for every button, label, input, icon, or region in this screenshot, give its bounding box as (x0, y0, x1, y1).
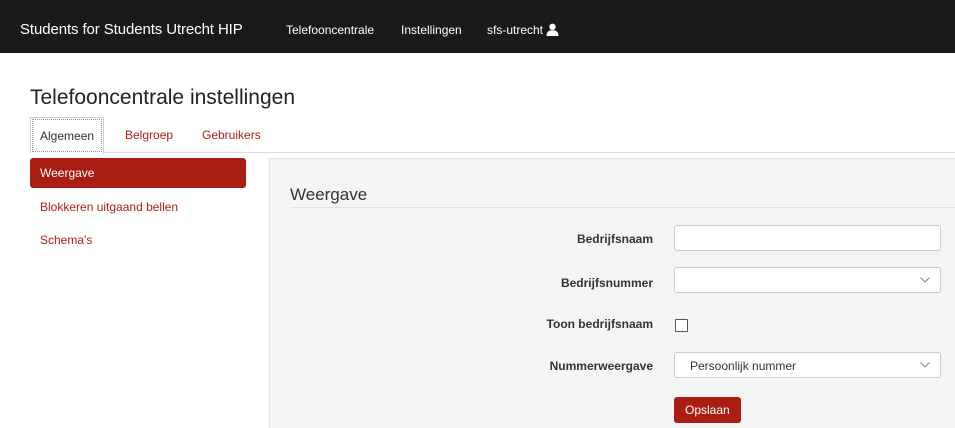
brand-title[interactable]: Students for Students Utrecht HIP (20, 21, 243, 38)
sidebar-item-blokkeren-uitgaand-bellen[interactable]: Blokkeren uitgaand bellen (30, 191, 246, 224)
sidebar-item-schemas[interactable]: Schema's (30, 224, 246, 257)
tab-algemeen[interactable]: Algemeen (30, 117, 105, 154)
top-navbar: Students for Students Utrecht HIP Telefo… (0, 0, 955, 53)
toon-bedrijfsnaam-checkbox[interactable] (675, 319, 688, 332)
bedrijfsnaam-input[interactable] (674, 225, 941, 251)
bedrijfsnummer-label: Bedrijfsnummer (560, 276, 653, 290)
bedrijfsnaam-label: Bedrijfsnaam (576, 232, 653, 246)
settings-sidebar: Weergave Blokkeren uitgaand bellen Schem… (30, 158, 246, 257)
nummerweergave-label: Nummerweergave (549, 359, 653, 373)
nummerweergave-select[interactable]: Persoonlijk nummer (674, 352, 941, 378)
nummerweergave-value: Persoonlijk nummer (690, 359, 797, 373)
tab-belgroep[interactable]: Belgroep (125, 117, 173, 153)
tab-gebruikers[interactable]: Gebruikers (202, 117, 261, 153)
weergave-panel: Weergave Bedrijfsnaam Bedrijfsnummer Too… (269, 158, 955, 428)
nav-link-telefooncentrale[interactable]: Telefooncentrale (286, 23, 374, 37)
nav-link-instellingen[interactable]: Instellingen (401, 23, 462, 37)
bedrijfsnummer-select[interactable] (674, 267, 941, 293)
panel-divider (290, 207, 955, 208)
nav-link-user-account[interactable]: sfs-utrecht (487, 23, 559, 37)
sidebar-item-weergave[interactable]: Weergave (30, 158, 246, 188)
toon-bedrijfsnaam-label: Toon bedrijfsnaam (546, 317, 653, 331)
chevron-down-icon (920, 277, 930, 283)
chevron-down-icon (920, 362, 930, 368)
page-title: Telefooncentrale instellingen (30, 86, 296, 109)
user-account-label: sfs-utrecht (487, 23, 544, 37)
panel-title: Weergave (290, 185, 368, 204)
save-button[interactable]: Opslaan (674, 397, 741, 423)
settings-tabs: Algemeen Belgroep Gebruikers (30, 117, 955, 154)
user-icon (546, 23, 559, 36)
